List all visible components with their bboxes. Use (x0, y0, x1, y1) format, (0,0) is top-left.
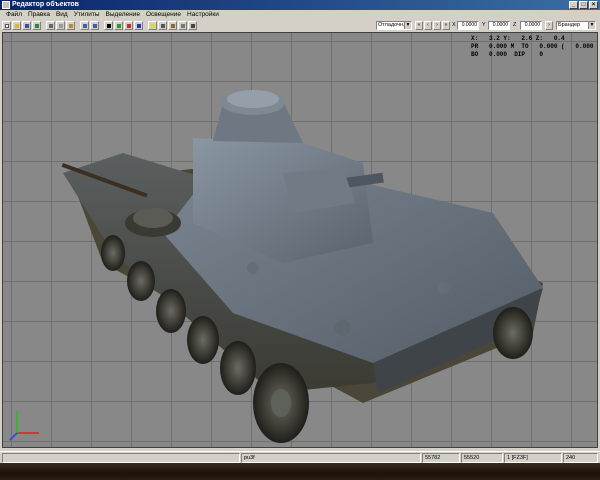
save-icon[interactable] (22, 21, 31, 30)
headlight-left (247, 262, 259, 274)
play-button[interactable]: › (433, 21, 441, 30)
menu-file[interactable]: Файл (3, 10, 25, 20)
move-icon[interactable] (114, 21, 123, 30)
apply-button[interactable]: › (545, 21, 553, 30)
texture-icon[interactable] (168, 21, 177, 30)
menu-view[interactable]: Вид (53, 10, 71, 20)
mode-select-value: Отладочн. (378, 22, 405, 28)
menu-settings[interactable]: Настройки (184, 10, 222, 20)
close-button[interactable]: × (589, 1, 598, 9)
chevron-down-icon: ▼ (404, 22, 411, 29)
open-icon[interactable] (12, 21, 21, 30)
status-vertex-count: 55782 (422, 453, 460, 463)
coord-x-label: X (452, 22, 456, 28)
redo-icon[interactable] (90, 21, 99, 30)
menu-edit[interactable]: Правка (25, 10, 53, 20)
rotate-icon[interactable] (124, 21, 133, 30)
title-bar: Редактор объектов _ □ × (0, 0, 600, 10)
mode-select[interactable]: Отладочн. ▼ (376, 21, 412, 30)
tool-buttons (2, 21, 197, 30)
prev-frame-button[interactable]: ‹ (424, 21, 432, 30)
status-face-count: 55520 (461, 453, 503, 463)
last-frame-button[interactable]: » (442, 21, 450, 30)
wireframe-icon[interactable] (188, 21, 197, 30)
drive-sprocket (335, 320, 351, 336)
coord-z-label: Z (513, 22, 517, 28)
paste-icon[interactable] (66, 21, 75, 30)
window-title: Редактор объектов (12, 1, 79, 8)
export-icon[interactable] (32, 21, 41, 30)
coord-y-field[interactable]: 0.0000 (488, 21, 510, 30)
status-bar: pu3f 55782 55520 1 [FZ3F] 240 (0, 451, 600, 463)
light-icon[interactable] (148, 21, 157, 30)
coordinate-readout: X: 3.2 Y: 2.6 Z: 0.4 PR 0.000 M TO 0.000… (471, 35, 598, 59)
status-fps: 240 (563, 453, 598, 463)
chevron-down-icon: ▼ (588, 22, 595, 29)
grid-icon[interactable] (178, 21, 187, 30)
readout-position: X: 3.2 Y: 2.6 Z: 0.4 (471, 35, 565, 42)
coord-z-field[interactable]: 0.0000 (520, 21, 542, 30)
tank-model[interactable] (43, 63, 563, 448)
scale-icon[interactable] (134, 21, 143, 30)
render-mode-select[interactable]: Брандер ▼ (556, 21, 596, 30)
status-selection: 1 [FZ3F] (504, 453, 562, 463)
app-icon (2, 1, 10, 9)
menu-utilities[interactable]: Утилиты (71, 10, 103, 20)
new-icon[interactable] (2, 21, 11, 30)
axis-gizmo (9, 411, 39, 441)
headlight-right (437, 282, 449, 294)
readout-rotation: PR 0.000 M TO 0.000 ( 0.000 ( (471, 43, 598, 50)
camera-icon[interactable] (158, 21, 167, 30)
window-controls: _ □ × (569, 1, 598, 9)
maximize-button[interactable]: □ (579, 1, 588, 9)
cut-icon[interactable] (46, 21, 55, 30)
3d-viewport[interactable]: X: 3.2 Y: 2.6 Z: 0.4 PR 0.000 M TO 0.000… (2, 32, 598, 448)
desktop-background (0, 463, 600, 480)
object-editor-window: Редактор объектов _ □ × Файл Правка Вид … (0, 0, 600, 463)
select-icon[interactable] (104, 21, 113, 30)
first-frame-button[interactable]: « (415, 21, 423, 30)
render-mode-value: Брандер (558, 22, 581, 28)
coord-x-field[interactable]: 0.0000 (457, 21, 479, 30)
minimize-button[interactable]: _ (569, 1, 578, 9)
copy-icon[interactable] (56, 21, 65, 30)
menu-lighting[interactable]: Освещение (143, 10, 184, 20)
menu-selection[interactable]: Выделение (103, 10, 143, 20)
toolbar (0, 20, 600, 31)
status-message (2, 453, 240, 463)
status-object-name: pu3f (241, 453, 421, 463)
readout-offset: BO 0.000 DIP 0 (471, 51, 544, 58)
menu-bar: Файл Правка Вид Утилиты Выделение Освеще… (0, 10, 600, 20)
undo-icon[interactable] (80, 21, 89, 30)
coord-y-label: Y (482, 22, 486, 28)
